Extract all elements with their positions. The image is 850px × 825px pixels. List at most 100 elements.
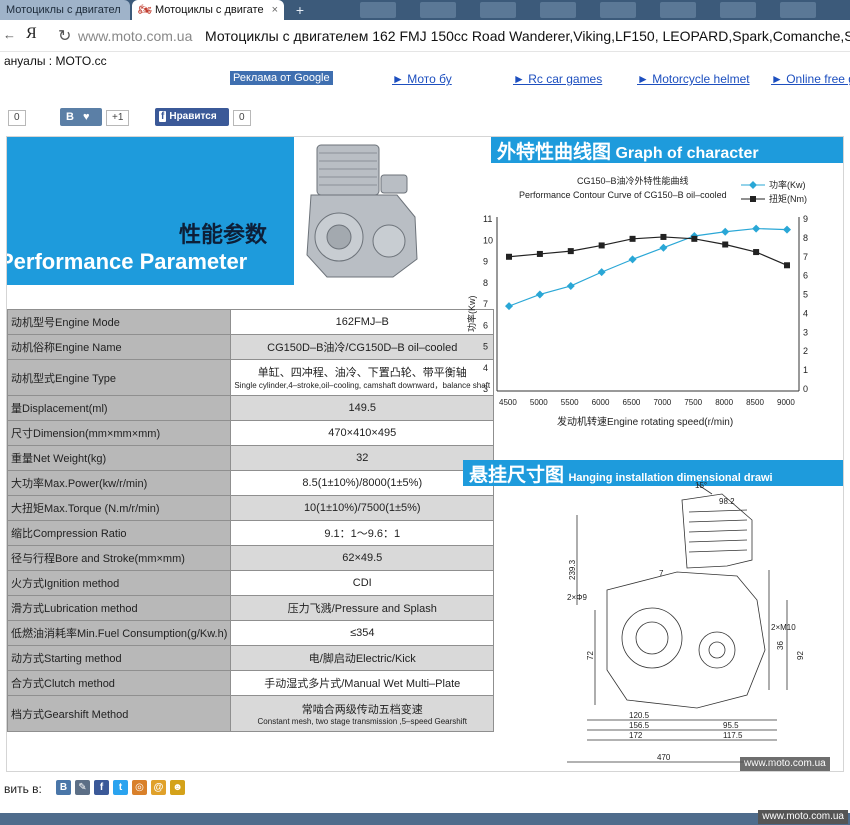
spec-row: 滑方式Lubrication method 压力飞溅/Pressure and S… bbox=[7, 595, 495, 621]
spec-key: 量Displacement(ml) bbox=[7, 395, 232, 421]
spec-value: 压力飞溅/Pressure and Splash bbox=[230, 595, 495, 621]
people-share-icon[interactable]: ☻ bbox=[170, 780, 185, 795]
legend-label: 扭矩(Nm) bbox=[769, 193, 807, 204]
tab-thumbnail[interactable] bbox=[780, 2, 816, 18]
y-right-tick-label: 7 bbox=[803, 252, 808, 262]
dim-label: 120.5 bbox=[629, 711, 650, 720]
series-point-1 bbox=[536, 250, 543, 257]
y-right-tick-label: 9 bbox=[803, 214, 808, 224]
series-point-0 bbox=[566, 281, 575, 290]
tab-label: Мотоциклы с двигате bbox=[154, 4, 264, 16]
tab-thumbnail[interactable] bbox=[660, 2, 696, 18]
spec-row: 尺寸Dimension(mm×mm×mm) 470×410×495 bbox=[7, 420, 495, 446]
url-domain[interactable]: www.moto.com.ua bbox=[78, 28, 192, 44]
dim-label: 7 bbox=[659, 569, 664, 578]
series-point-1 bbox=[660, 233, 667, 240]
dim-label: 117.5 bbox=[723, 731, 743, 740]
ad-link-online-free[interactable]: ► Online free g bbox=[771, 72, 850, 86]
pencil-share-icon[interactable]: ✎ bbox=[75, 780, 90, 795]
facebook-like-button[interactable]: f Нравится bbox=[155, 108, 229, 126]
vk-share-icon[interactable]: B bbox=[56, 780, 71, 795]
vk-like-count: +1 bbox=[106, 110, 130, 126]
series-point-0 bbox=[752, 224, 761, 233]
ad-link-motorcycle-helmet[interactable]: ► Motorcycle helmet bbox=[637, 72, 750, 86]
facebook-share-icon[interactable]: f bbox=[94, 780, 109, 795]
ad-link-moto-bu[interactable]: ► Мото бу bbox=[392, 72, 452, 86]
bookmark-item[interactable]: ануалы : MOTO.cc bbox=[4, 54, 107, 68]
chart-title: CG150–B油冷外特性能曲线 bbox=[577, 175, 689, 186]
legend-label: 功率(Kw) bbox=[769, 179, 806, 190]
vk-like-button[interactable]: В ♥ bbox=[60, 108, 102, 126]
performance-heading-en: Performance Parameter bbox=[6, 249, 248, 274]
spec-value: 单缸、四冲程、油冷、下置凸轮、带平衡轴 Single cylinder,4–str… bbox=[230, 359, 495, 396]
tab-label: Мотоциклы с двигател bbox=[6, 4, 121, 16]
spec-row: 动机型式Engine Type 单缸、四冲程、油冷、下置凸轮、带平衡轴 Single… bbox=[7, 359, 495, 396]
x-tick-label: 8500 bbox=[746, 398, 764, 407]
series-point-0 bbox=[505, 302, 513, 311]
spec-row: 档方式Gearshift Method 常啮合两级传动五档变速 Constant m… bbox=[7, 695, 495, 732]
reload-icon[interactable]: ↻ bbox=[58, 26, 71, 46]
performance-header: 性能参数 Performance Parameter bbox=[7, 137, 294, 285]
google-ads-label[interactable]: Реклама от Google bbox=[230, 71, 333, 85]
tab-thumbnail[interactable] bbox=[420, 2, 456, 18]
series-point-1 bbox=[691, 235, 698, 242]
tab-moto-1[interactable]: Мотоциклы с двигател bbox=[0, 0, 130, 20]
new-tab-button[interactable]: + bbox=[290, 2, 310, 18]
ad-link-rc-car-games[interactable]: ► Rc car games bbox=[513, 72, 602, 86]
tab-strip: Мотоциклы с двигател 🏍 Мотоциклы с двигат… bbox=[0, 0, 850, 20]
tab-thumbnail[interactable] bbox=[600, 2, 636, 18]
tab-thumbnail[interactable] bbox=[720, 2, 756, 18]
back-arrow-icon[interactable]: ← bbox=[3, 27, 16, 42]
spec-row: 合方式Clutch method 手动湿式多片式/Manual Wet Multi… bbox=[7, 670, 495, 696]
engine-spec-image: 性能参数 Performance Parameter 动机型号Engine Mo… bbox=[6, 136, 844, 772]
tab-thumbnail[interactable] bbox=[360, 2, 396, 18]
series-point-0 bbox=[721, 227, 730, 236]
facebook-like-count: 0 bbox=[233, 110, 251, 126]
dim-label: 172 bbox=[629, 731, 643, 740]
spec-row: 径与行程Bore and Stroke(mm×mm) 62×49.5 bbox=[7, 545, 495, 571]
mailru-share-icon[interactable]: @ bbox=[151, 780, 166, 795]
twitter-share-icon[interactable]: t bbox=[113, 780, 128, 795]
x-tick-label: 9000 bbox=[777, 398, 795, 407]
y-left-tick-label: 6 bbox=[483, 320, 488, 330]
close-tab-icon[interactable]: × bbox=[272, 0, 278, 20]
x-tick-label: 6000 bbox=[592, 398, 610, 407]
spec-value-line: Constant mesh, two stage transmission ,5… bbox=[257, 717, 467, 726]
y-left-tick-label: 3 bbox=[483, 384, 488, 394]
spec-key: 合方式Clutch method bbox=[7, 670, 232, 696]
y-right-tick-label: 0 bbox=[803, 384, 808, 394]
address-bar: ← Я ↻ www.moto.com.ua Мотоциклы с двигат… bbox=[0, 20, 850, 52]
yandex-logo[interactable]: Я bbox=[26, 25, 37, 43]
tab-thumbnail[interactable] bbox=[480, 2, 516, 18]
share-label: вить в: bbox=[4, 782, 42, 796]
tab-moto-active[interactable]: 🏍 Мотоциклы с двигате × bbox=[132, 0, 284, 20]
spec-key: 大扭矩Max.Torque (N.m/r/min) bbox=[7, 495, 232, 521]
odnoklassniki-share-icon[interactable]: ◎ bbox=[132, 780, 147, 795]
series-point-0 bbox=[535, 290, 544, 299]
x-tick-label: 6500 bbox=[623, 398, 641, 407]
spec-key: 档方式Gearshift Method bbox=[7, 695, 232, 732]
y-right-tick-label: 3 bbox=[803, 327, 808, 337]
spec-value: 162FMJ–B bbox=[230, 309, 495, 335]
spec-key: 缩比Compression Ratio bbox=[7, 520, 232, 546]
url-page-title[interactable]: Мотоциклы с двигателем 162 FMJ 150cc Roa… bbox=[205, 28, 850, 44]
dim-label: 156.5 bbox=[629, 721, 650, 730]
spec-key: 重量Net Weight(kg) bbox=[7, 445, 232, 471]
series-point-0 bbox=[783, 225, 791, 234]
chart-ylabel: 功率(Kw) bbox=[466, 296, 477, 333]
spec-value: 8.5(1±10%)/8000(1±5%) bbox=[230, 470, 495, 496]
dim-label: 470 bbox=[657, 753, 671, 762]
dim-label: 15° bbox=[695, 481, 707, 490]
spec-row: 低燃油消耗率Min.Fuel Consumption(g/Kw.h) ≤354 bbox=[7, 620, 495, 646]
series-point-1 bbox=[722, 241, 729, 248]
graph-banner-en: Graph of character bbox=[615, 145, 759, 162]
y-left-tick-label: 5 bbox=[483, 342, 488, 352]
tab-thumbnail[interactable] bbox=[540, 2, 576, 18]
spec-key: 滑方式Lubrication method bbox=[7, 595, 232, 621]
chart-xlabel: 发动机转速Engine rotating speed(r/min) bbox=[557, 415, 733, 428]
graph-banner: 外特性曲线图 Graph of character bbox=[491, 137, 843, 163]
series-point-1 bbox=[567, 248, 574, 255]
series-point-0 bbox=[597, 268, 606, 277]
spec-row: 火方式Ignition method CDI bbox=[7, 570, 495, 596]
spec-key: 尺寸Dimension(mm×mm×mm) bbox=[7, 420, 232, 446]
